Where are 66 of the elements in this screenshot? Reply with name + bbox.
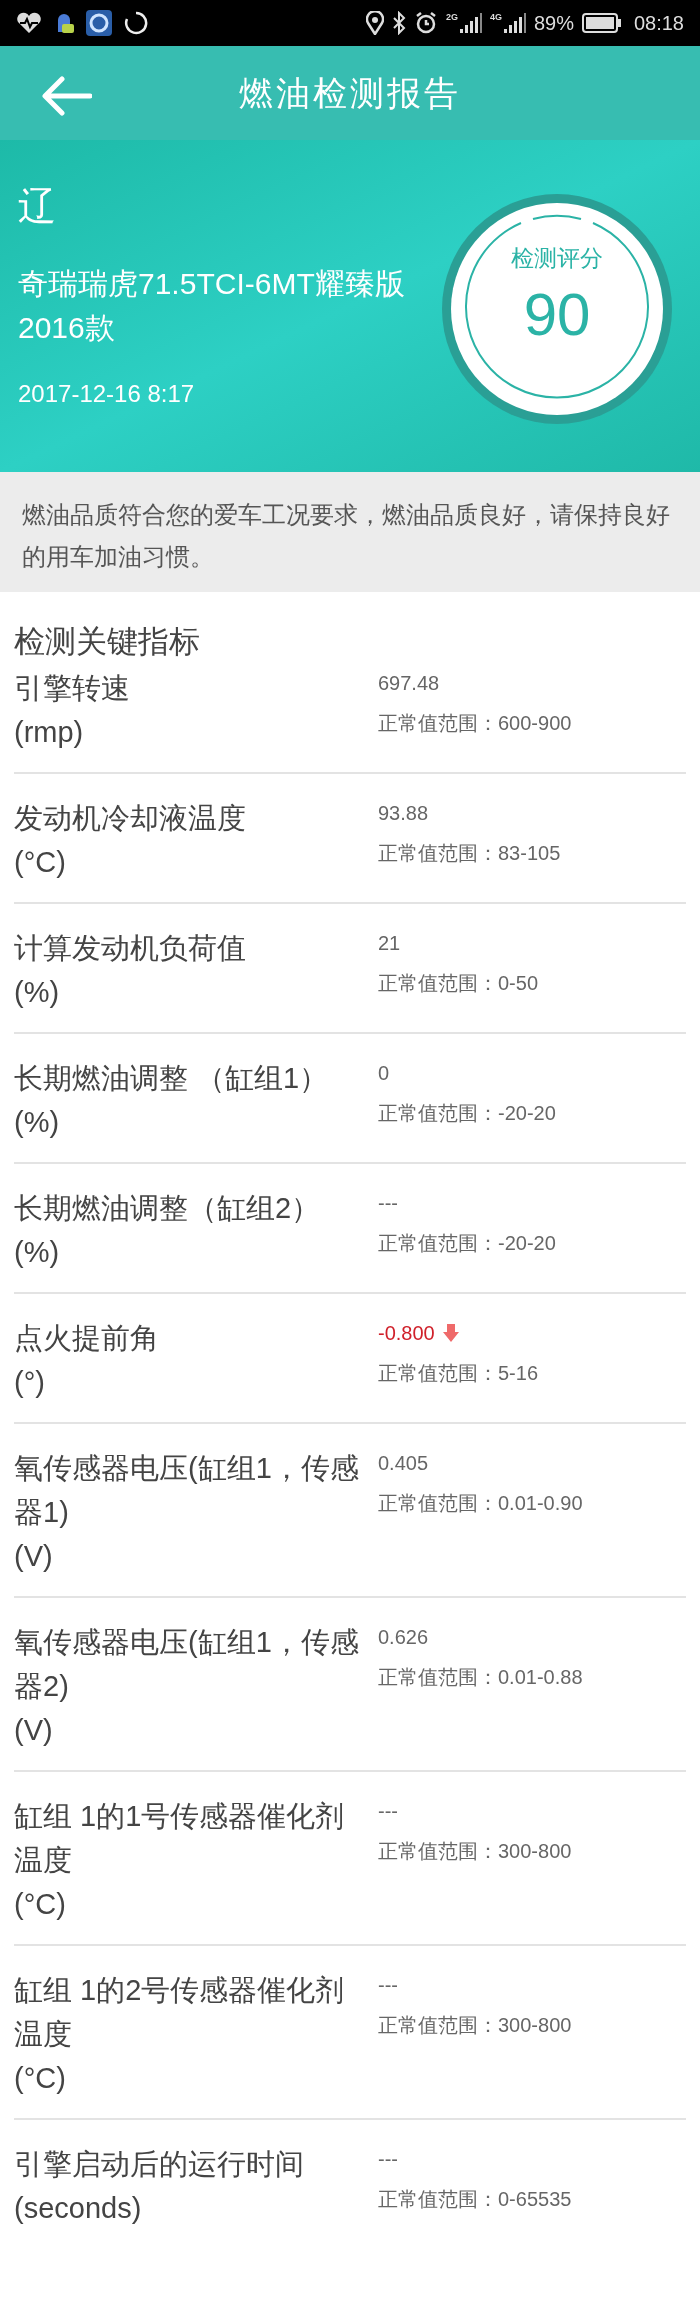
indicator-name: 计算发动机负荷值 [14,931,247,966]
status-time: 08:18 [633,11,684,36]
indicator-unit: (%) [14,1105,61,1140]
car-model: 奇瑞瑞虎71.5TCI-6MT耀臻版2016款 [18,266,406,346]
indicator-name: 点火提前角 [14,1321,160,1356]
signal-icon [503,13,526,33]
loading-icon [124,11,148,35]
normal-range: 正常值范围：83-105 [378,841,561,866]
indicator-name: 发动机冷却液温度 [14,801,247,836]
indicator-name: 缸组 1的1号传感器催化剂温度 [14,1799,346,1878]
signal-icon [459,13,482,33]
normal-range: 正常值范围：0.01-0.88 [378,1665,583,1690]
indicator-unit: (°C) [14,2061,67,2096]
indicator-value: --- [378,2147,398,2172]
notice-text: 燃油品质符合您的爱车工况要求，燃油品质良好，请保持良好的用车加油习惯。 [22,500,671,572]
down-arrow-icon [442,1324,459,1342]
network-label: 2G [445,13,458,22]
indicator-value: --- [378,1973,398,1998]
indicator-unit: (°C) [14,845,67,880]
indicator-value: 21 [378,931,401,956]
indicator-name: 缸组 1的2号传感器催化剂温度 [14,1973,346,2052]
app-icon [86,10,112,36]
back-arrow-icon[interactable] [42,76,92,116]
indicator-unit: (V) [14,1713,54,1748]
indicator-unit: (rmp) [14,715,85,750]
indicator-value: 0 [378,1061,390,1086]
indicator-name: 长期燃油调整（缸组2） [14,1191,322,1226]
normal-range: 正常值范围：300-800 [378,2013,572,2038]
inspection-date: 2017-12-16 8:17 [18,379,196,409]
normal-range: 正常值范围：0.01-0.90 [378,1491,583,1516]
indicator-name: 氧传感器电压(缸组1，传感器1) [14,1451,360,1530]
indicator-unit: (seconds) [14,2191,143,2226]
indicator-value: --- [378,1799,398,1824]
indicator-value: 0.626 [378,1625,429,1650]
bluetooth-icon [391,11,406,35]
license-plate: 辽 [18,186,57,226]
battery-icon [581,13,622,33]
normal-range: 正常值范围：-20-20 [378,1101,556,1126]
indicator-value: -0.800 [378,1321,435,1346]
normal-range: 正常值范围：0-65535 [378,2187,572,2212]
indicator-value: 93.88 [378,801,429,826]
normal-range: 正常值范围：600-900 [378,711,572,736]
battery-percentage: 89% [533,11,574,36]
score-label: 检测评分 [511,244,603,273]
normal-range: 正常值范围：5-16 [378,1361,539,1386]
indicator-value: --- [378,1191,398,1216]
indicator-unit: (°) [14,1365,46,1400]
indicator-unit: (%) [14,1235,61,1270]
page-title: 燃油检测报告 [239,71,461,115]
location-icon [365,11,384,35]
indicator-name: 引擎转速 [14,671,131,706]
normal-range: 正常值范围：300-800 [378,1839,572,1864]
score-value: 90 [523,279,591,350]
indicator-name: 氧传感器电压(缸组1，传感器2) [14,1625,360,1704]
indicator-unit: (%) [14,975,61,1010]
indicator-name: 长期燃油调整 （缸组1） [14,1061,330,1096]
network-label: 4G [489,13,502,22]
indicator-name: 引擎启动后的运行时间 [14,2147,305,2182]
normal-range: 正常值范围：0-50 [378,971,539,996]
indicator-value: 0.405 [378,1451,429,1476]
heart-icon [16,12,42,34]
indicator-unit: (V) [14,1539,54,1574]
indicator-unit: (°C) [14,1887,67,1922]
normal-range: 正常值范围：-20-20 [378,1231,556,1256]
indicator-value: 697.48 [378,671,440,696]
section-title: 检测关键指标 [14,623,201,661]
